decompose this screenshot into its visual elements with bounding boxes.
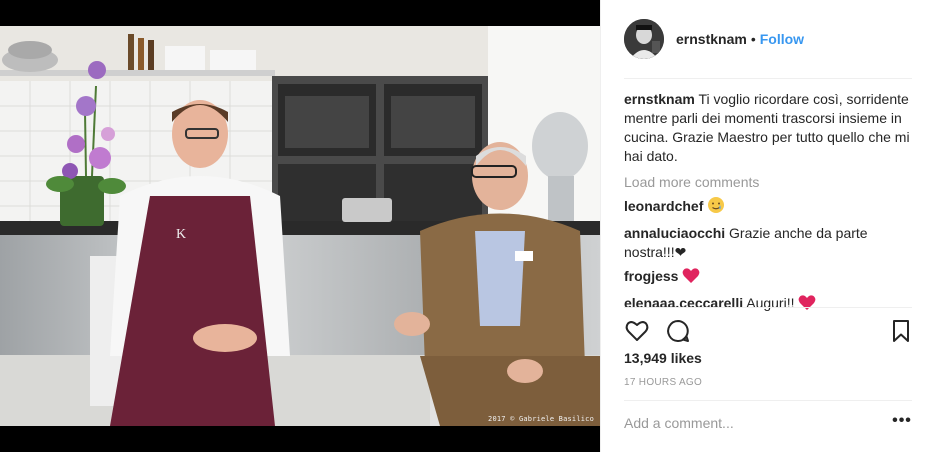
avatar-image (624, 19, 664, 59)
divider (624, 400, 912, 401)
post-actions (624, 318, 914, 344)
bookmark-icon[interactable] (888, 318, 914, 344)
svg-text:K: K (176, 227, 186, 242)
comment-username[interactable]: annaluciaocchi (624, 225, 725, 241)
divider (624, 307, 912, 308)
comment-username[interactable]: frogjess (624, 268, 678, 284)
comment-bubble-icon[interactable] (665, 318, 691, 344)
heart-outline-icon[interactable] (624, 318, 650, 344)
caption-username[interactable]: ernstknam (624, 91, 695, 107)
load-more-comments-button[interactable]: Load more comments (624, 173, 914, 191)
follow-button[interactable]: Follow (760, 31, 804, 47)
post-side-panel: ernstknam • Follow ernstknam Ti voglio r… (600, 0, 934, 452)
comment-item: elenaaa.ceccarelli Auguri!! (624, 294, 914, 316)
comment-item: annaluciaocchi Grazie anche da parte nos… (624, 224, 914, 262)
post-viewer: K 2017 © Gabriele Basilico ernstknam • F… (0, 0, 934, 452)
comment-username[interactable]: leonardchef (624, 198, 703, 214)
photo-watermark: 2017 © Gabriele Basilico (488, 415, 594, 423)
post-caption: ernstknam Ti voglio ricordare così, sorr… (624, 90, 914, 166)
post-photo[interactable]: K 2017 © Gabriele Basilico (0, 26, 600, 426)
add-comment-input[interactable] (624, 411, 874, 435)
red-heart-emoji-icon (798, 294, 816, 316)
comments-list: ernstknam Ti voglio ricordare così, sorr… (624, 90, 914, 316)
comment-text: Auguri!! (746, 295, 795, 311)
divider (624, 78, 912, 79)
header-username[interactable]: ernstknam (676, 31, 747, 47)
red-heart-emoji-icon (682, 267, 700, 289)
kitchen-scene-image: K (0, 26, 600, 426)
smile-tear-emoji-icon (707, 196, 725, 219)
more-options-icon[interactable]: ••• (891, 413, 913, 432)
likes-count[interactable]: 13,949 likes (624, 350, 702, 366)
comment-item: frogjess (624, 267, 914, 289)
post-header: ernstknam • Follow (601, 0, 934, 78)
post-timestamp: 17 HOURS AGO (624, 377, 703, 388)
comment-username[interactable]: elenaaa.ceccarelli (624, 295, 743, 311)
comment-item: leonardchef (624, 196, 914, 219)
header-separator: • (750, 31, 756, 47)
avatar[interactable] (624, 19, 664, 59)
